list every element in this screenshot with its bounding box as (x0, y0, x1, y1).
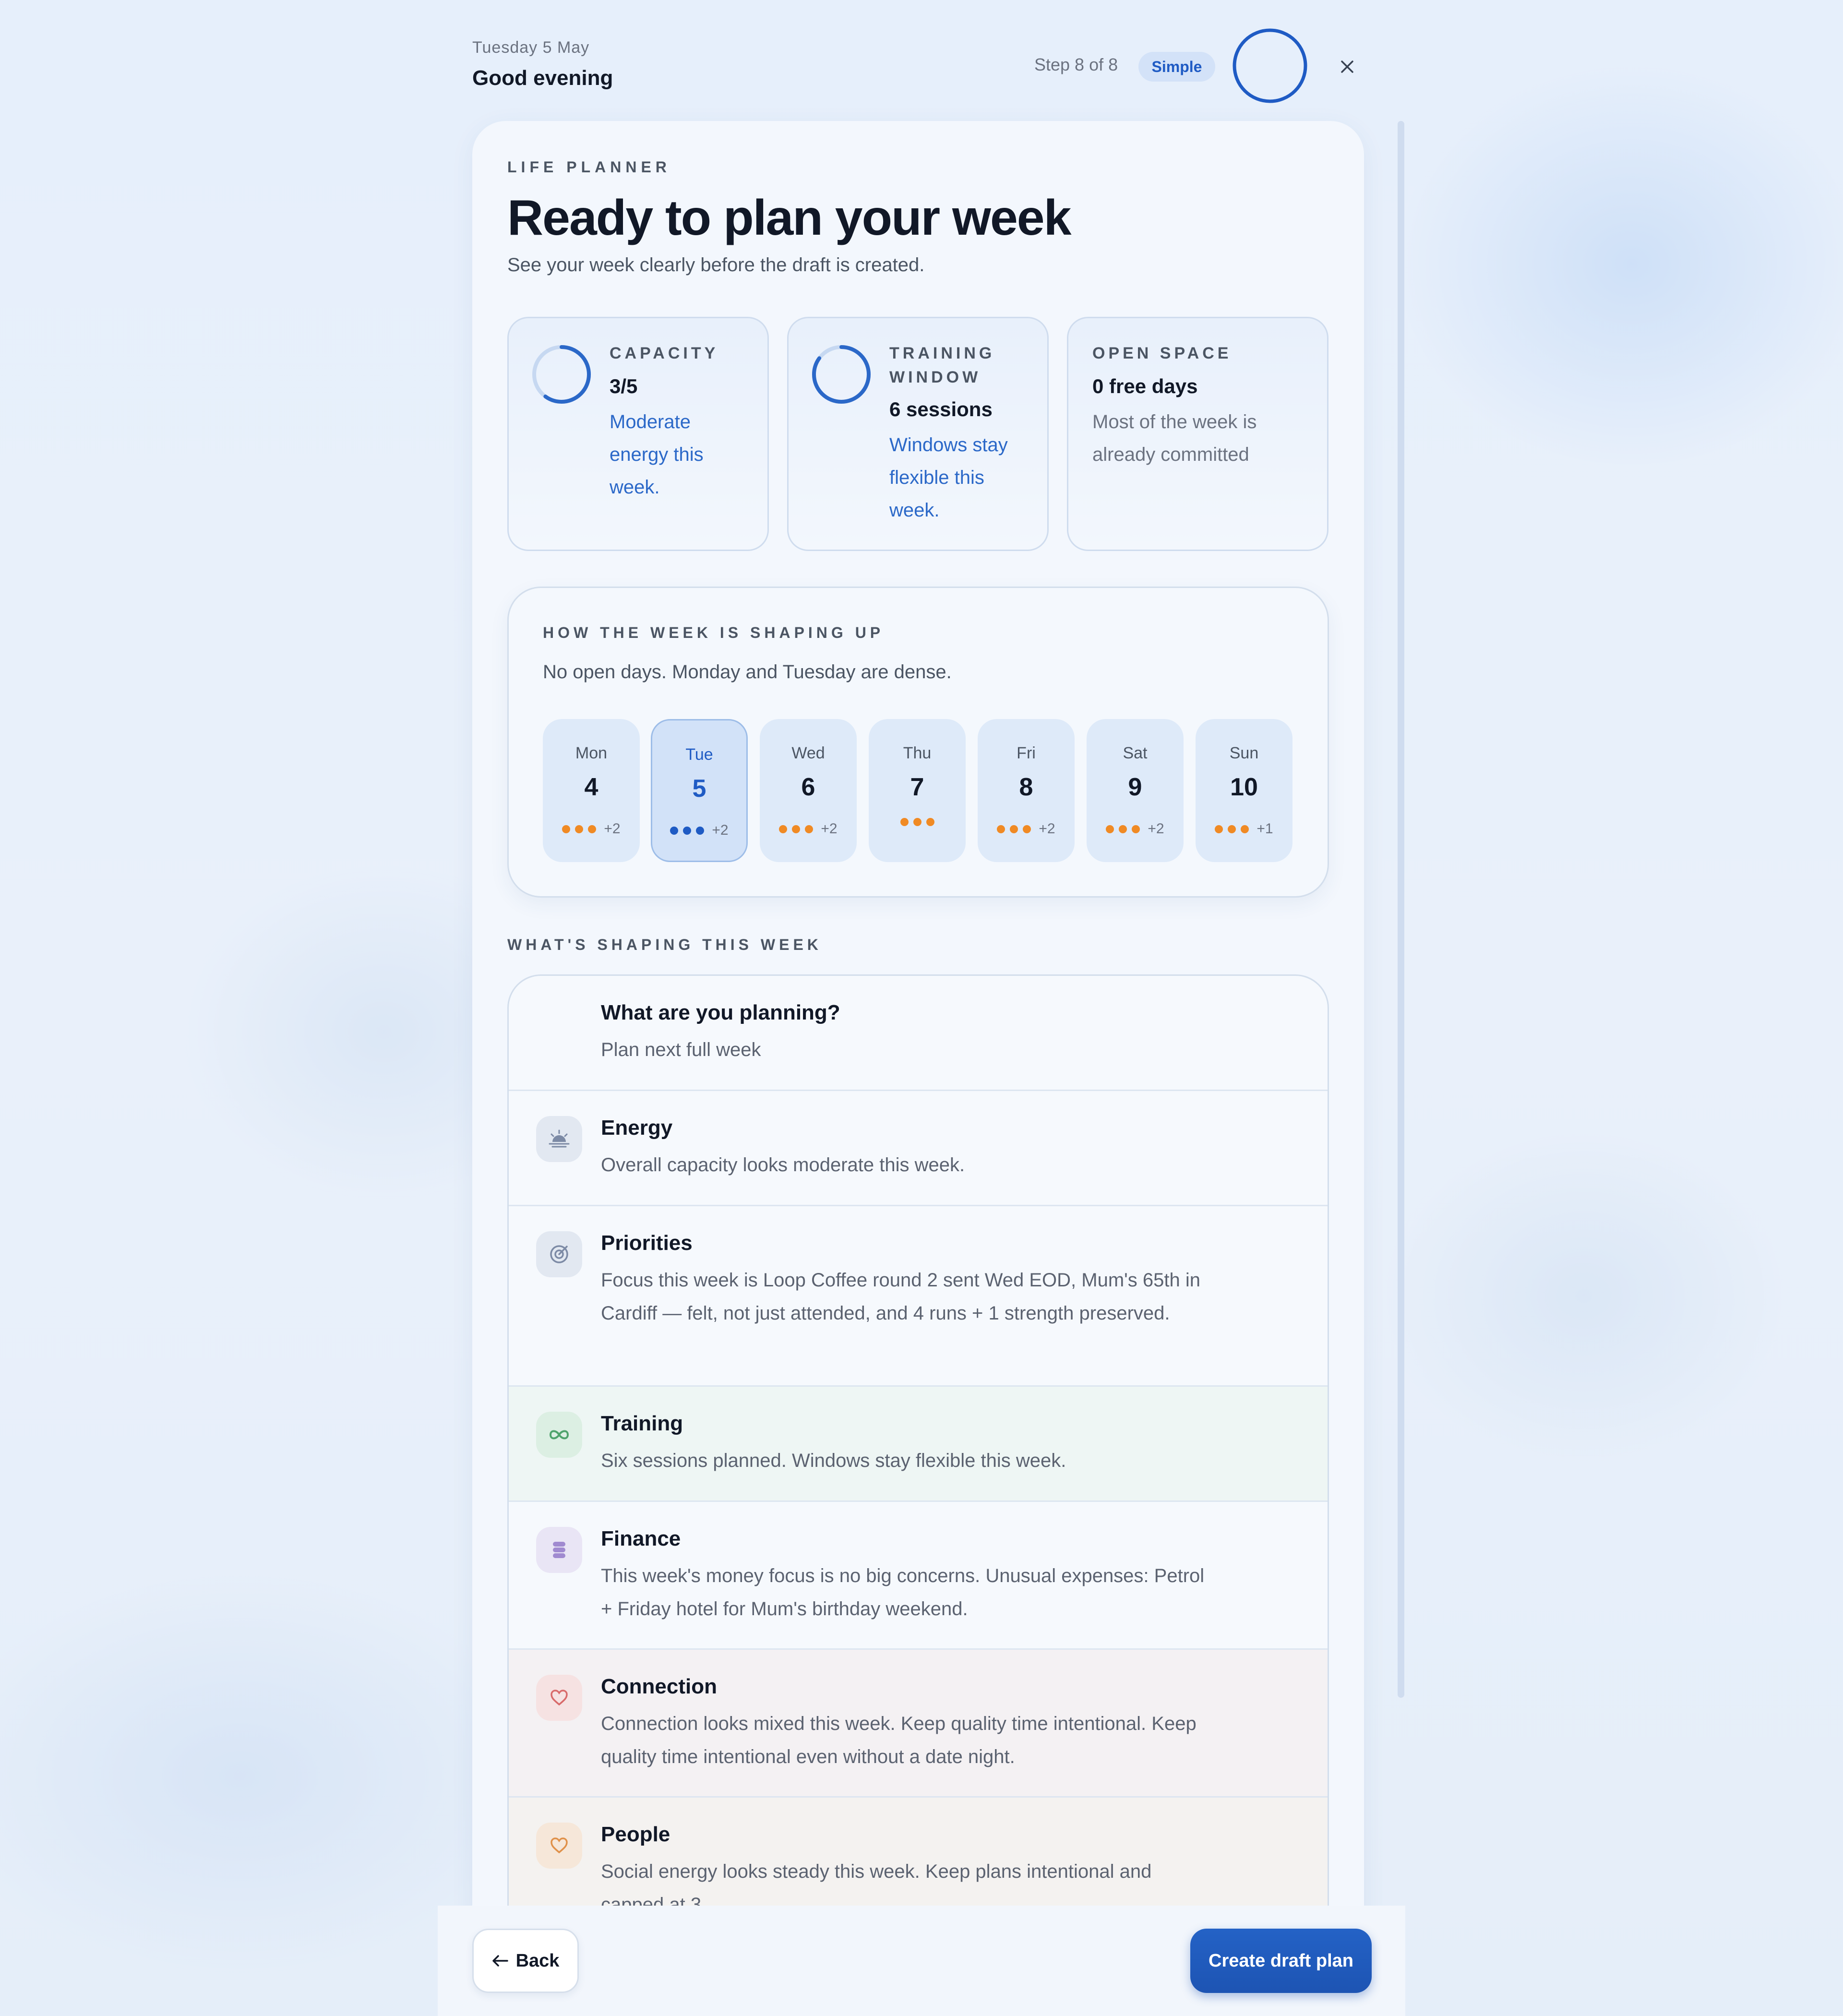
capacity-ring (532, 345, 591, 404)
week-overview-title: HOW THE WEEK IS SHAPING UP (543, 624, 885, 641)
open-space-label: OPEN SPACE (1092, 344, 1232, 362)
day-name: Sat (1123, 744, 1148, 762)
list-item-subtitle: Overall capacity looks moderate this wee… (601, 1154, 965, 1176)
back-button[interactable]: Back (472, 1929, 579, 1993)
day-number: 9 (1128, 773, 1142, 801)
day-more-count: +2 (821, 821, 838, 837)
day-load-dots: +2 (543, 821, 640, 837)
day-number: 7 (910, 773, 924, 801)
day-card-wed[interactable]: Wed 6 +2 (760, 719, 857, 862)
step-indicator: Step 8 of 8 (1034, 55, 1118, 74)
day-card-fri[interactable]: Fri 8 +2 (978, 719, 1075, 862)
day-number: 10 (1230, 773, 1258, 801)
day-more-count: +2 (1039, 821, 1055, 837)
training-value: 6 sessions (889, 398, 993, 420)
list-item-title: Priorities (601, 1231, 693, 1255)
training-window-card: TRAINING WINDOW 6 sessions Windows stay … (787, 317, 1049, 551)
day-load-dots (869, 818, 966, 826)
capacity-value: 3/5 (610, 375, 638, 397)
open-space-value: 0 free days (1092, 375, 1198, 397)
list-item-title: Finance (601, 1527, 681, 1550)
day-more-count: +2 (1148, 821, 1164, 837)
capacity-desc: Moderate energy this week. (610, 411, 704, 498)
greeting: Good evening (472, 66, 613, 90)
list-item-priorities[interactable]: Priorities Focus this week is Loop Coffe… (509, 1206, 1328, 1387)
sunrise-icon (536, 1116, 582, 1162)
list-item-training[interactable]: Training Six sessions planned. Windows s… (509, 1387, 1328, 1502)
list-item-energy[interactable]: Energy Overall capacity looks moderate t… (509, 1091, 1328, 1206)
day-more-count: +1 (1257, 821, 1273, 837)
day-more-count: +2 (712, 822, 729, 838)
page-title: Ready to plan your week (507, 190, 1071, 246)
list-item-title: People (601, 1823, 670, 1846)
arrow-left-icon (492, 1955, 508, 1967)
heart-icon (536, 1823, 582, 1869)
day-name: Thu (903, 744, 932, 762)
day-card-mon[interactable]: Mon 4 +2 (543, 719, 640, 862)
week-overview-summary: No open days. Monday and Tuesday are den… (543, 661, 952, 683)
list-item-connection[interactable]: Connection Connection looks mixed this w… (509, 1650, 1328, 1798)
day-number: 4 (584, 773, 598, 801)
day-load-dots: +2 (760, 821, 857, 837)
mode-badge[interactable]: Simple (1138, 52, 1215, 82)
list-item-subtitle: Connection looks mixed this week. Keep q… (601, 1713, 1197, 1767)
heart-icon (536, 1675, 582, 1721)
day-card-sun[interactable]: Sun 10 +1 (1196, 719, 1292, 862)
scrollbar[interactable] (1398, 121, 1404, 1698)
day-card-tue[interactable]: Tue 5 +2 (651, 719, 748, 862)
day-load-dots: +2 (652, 822, 746, 839)
target-icon (536, 1231, 582, 1277)
list-item-subtitle: Focus this week is Loop Coffee round 2 s… (601, 1270, 1201, 1324)
list-item-finance[interactable]: Finance This week's money focus is no bi… (509, 1502, 1328, 1650)
day-number: 6 (801, 773, 815, 801)
day-load-dots: +1 (1196, 821, 1292, 837)
training-label: TRAINING WINDOW (889, 344, 995, 386)
day-more-count: +2 (604, 821, 621, 837)
list-item-title: Training (601, 1412, 683, 1435)
day-name: Wed (791, 744, 825, 762)
training-desc: Windows stay flexible this week. (889, 434, 1008, 521)
close-icon (1341, 60, 1353, 73)
list-item-subtitle: Plan next full week (601, 1039, 761, 1060)
close-button[interactable] (1330, 50, 1364, 84)
progress-ring (1233, 28, 1307, 103)
create-draft-plan-button[interactable]: Create draft plan (1190, 1929, 1372, 1993)
day-name: Tue (685, 745, 713, 764)
training-ring (812, 345, 871, 404)
back-button-label: Back (515, 1950, 560, 1971)
day-name: Fri (1017, 744, 1036, 762)
capacity-card: CAPACITY 3/5 Moderate energy this week. (507, 317, 769, 551)
day-name: Mon (575, 744, 608, 762)
capacity-label: CAPACITY (610, 344, 719, 362)
list-item-title: Energy (601, 1116, 673, 1140)
day-number: 8 (1019, 773, 1033, 801)
day-load-dots: +2 (978, 821, 1075, 837)
day-card-thu[interactable]: Thu 7 (869, 719, 966, 862)
shaping-list: What are you planning? Plan next full we… (507, 974, 1329, 1934)
list-item-subtitle: Six sessions planned. Windows stay flexi… (601, 1450, 1066, 1471)
list-item-subtitle: This week's money focus is no big concer… (601, 1565, 1205, 1620)
list-item-title: What are you planning? (601, 1001, 840, 1024)
coins-icon (536, 1527, 582, 1573)
list-item-planning[interactable]: What are you planning? Plan next full we… (509, 976, 1328, 1091)
day-load-dots: +2 (1087, 821, 1184, 837)
open-space-desc: Most of the week is already committed (1092, 411, 1257, 465)
day-card-sat[interactable]: Sat 9 +2 (1087, 719, 1184, 862)
infinity-icon (536, 1412, 582, 1458)
eyebrow-label: LIFE PLANNER (507, 158, 671, 176)
shaping-section-title: WHAT'S SHAPING THIS WEEK (507, 936, 822, 953)
date-label: Tuesday 5 May (472, 38, 590, 57)
open-space-card: OPEN SPACE 0 free days Most of the week … (1067, 317, 1328, 551)
day-number: 5 (692, 775, 706, 803)
page-subtitle: See your week clearly before the draft i… (507, 254, 925, 276)
list-item-title: Connection (601, 1675, 717, 1698)
day-name: Sun (1229, 744, 1259, 762)
